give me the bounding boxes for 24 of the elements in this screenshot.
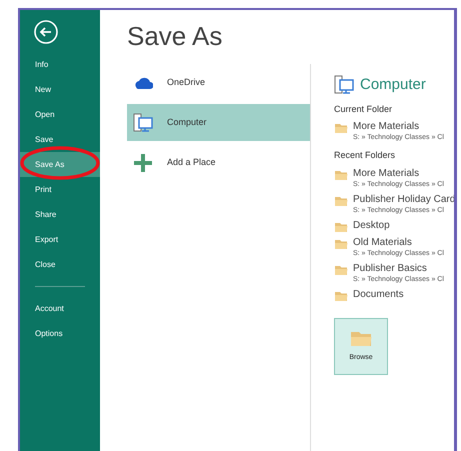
section-heading: Recent Folders: [334, 149, 396, 162]
place-item[interactable]: Computer: [127, 104, 310, 141]
menu-item[interactable]: Print: [20, 177, 100, 202]
menu-item[interactable]: Save: [20, 127, 100, 152]
page-title: Save As: [127, 20, 224, 53]
menu-item[interactable]: Account: [20, 296, 100, 321]
location-heading: Computer: [360, 75, 426, 95]
folder-item[interactable]: Documents: [334, 288, 404, 302]
menu-item[interactable]: Info: [20, 52, 100, 77]
menu-item[interactable]: Export: [20, 227, 100, 252]
section-heading: Current Folder: [334, 102, 394, 116]
menu-item[interactable]: Close: [20, 252, 100, 277]
menu-item[interactable]: Open: [20, 102, 100, 127]
folder-item[interactable]: Desktop: [334, 220, 390, 232]
place-item[interactable]: Add a Place: [127, 144, 310, 181]
plus-icon: [133, 152, 153, 172]
folder-icon: [334, 121, 348, 134]
place-item[interactable]: OneDrive: [127, 64, 310, 101]
computer-icon: [133, 112, 153, 132]
menu-item[interactable]: Share: [20, 202, 100, 227]
computer-icon: [334, 75, 354, 96]
menu-item[interactable]: Options: [20, 321, 100, 346]
menu-item[interactable]: New: [20, 77, 100, 102]
back-button[interactable]: [34, 20, 58, 44]
